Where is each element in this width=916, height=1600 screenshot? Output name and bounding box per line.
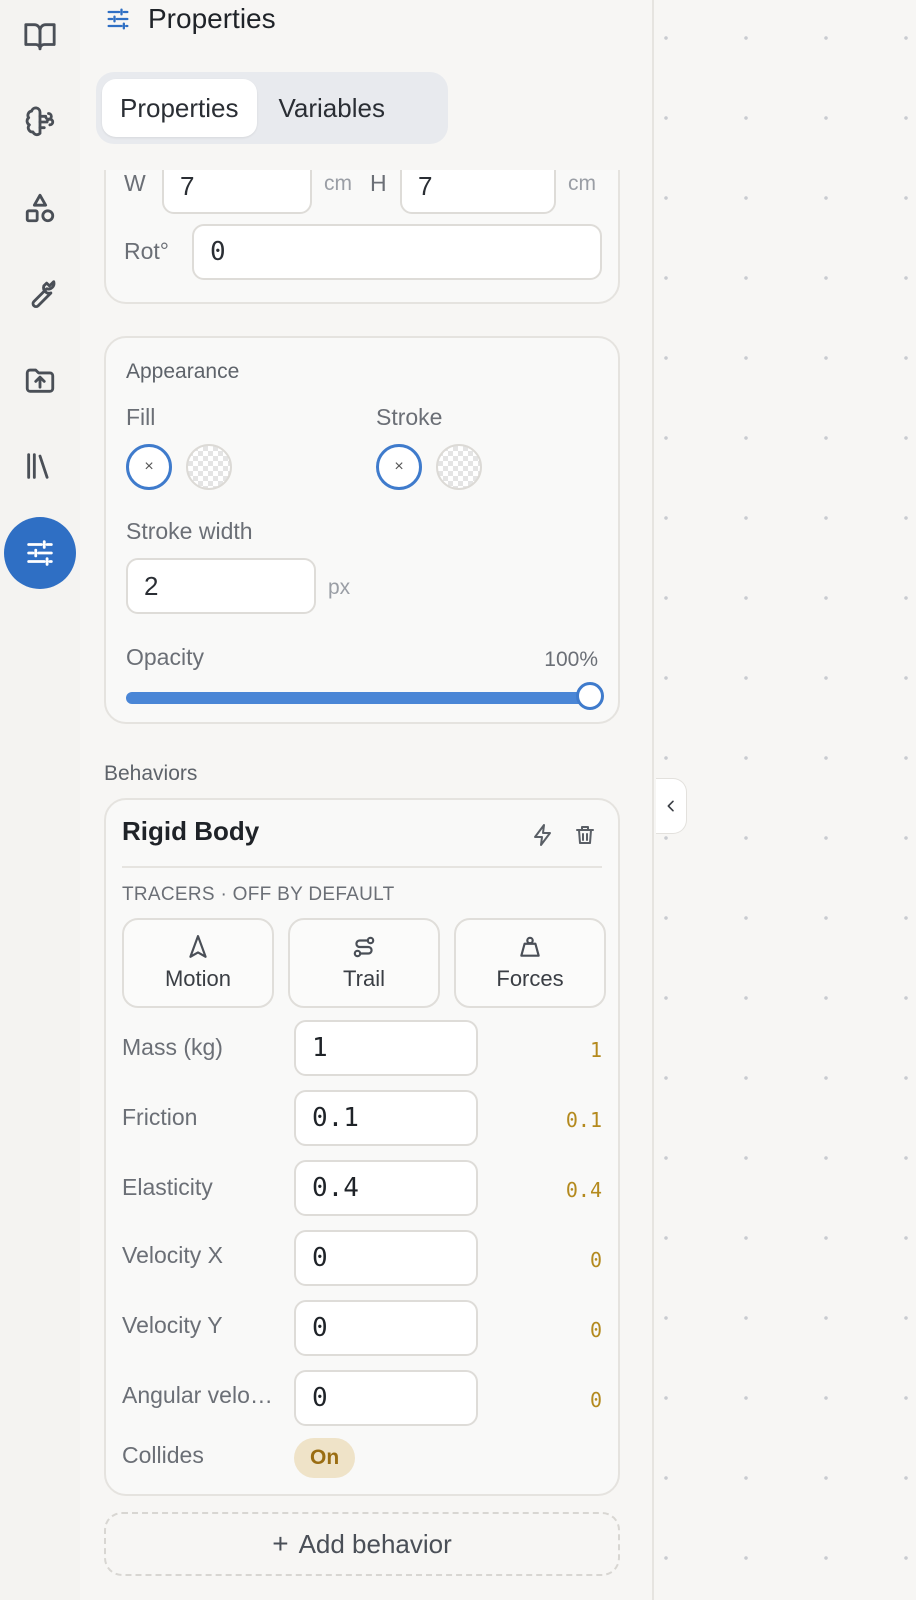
elasticity-input[interactable]: 0.4 [294, 1160, 478, 1216]
rail-shapes-button[interactable] [4, 172, 76, 244]
stroke-label: Stroke [376, 404, 443, 430]
width-label: W [124, 170, 146, 196]
fill-label: Fill [126, 404, 156, 430]
appearance-title: Appearance [126, 360, 240, 383]
rotation-label: Rot° [124, 238, 169, 264]
collides-toggle[interactable]: On [294, 1438, 356, 1478]
velocity-y-value: 0 [589, 1318, 602, 1342]
angular-velocity-label: Angular velo… [122, 1382, 273, 1408]
rail-book-button[interactable] [4, 0, 76, 72]
rail-properties-button[interactable] [4, 517, 76, 589]
stroke-transparent-swatch[interactable] [436, 444, 482, 490]
delete-behavior-button[interactable] [568, 818, 602, 852]
transform-card: W 7 cm H 7 cm Rot° 0 [104, 170, 620, 304]
friction-input[interactable]: 0.1 [294, 1090, 478, 1146]
rigid-body-card: Rigid Body TRACERS · OFF BY DEFAULT Moti… [104, 798, 620, 1496]
collapse-panel-button[interactable] [656, 778, 687, 834]
navigation-icon [189, 935, 207, 958]
stroke-none-swatch[interactable]: × [376, 444, 422, 490]
friction-value: 0.1 [565, 1108, 602, 1132]
lightning-icon [534, 824, 551, 846]
divider [122, 866, 602, 868]
tracer-label: Motion [164, 966, 232, 991]
none-icon: × [394, 458, 404, 475]
angular-velocity-value: 0 [589, 1388, 602, 1412]
width-unit: cm [324, 172, 352, 195]
rail-library-button[interactable] [4, 430, 76, 502]
elasticity-value: 0.4 [565, 1178, 602, 1202]
panel-title: Properties [148, 3, 276, 34]
none-icon: × [144, 458, 154, 475]
sliders-icon [107, 8, 129, 30]
library-icon [23, 449, 57, 483]
tab-bar: Properties Variables [96, 72, 448, 144]
chevron-left-icon [667, 800, 674, 812]
tracer-motion-button[interactable]: Motion [122, 918, 274, 1008]
rail-upload-button[interactable] [4, 344, 76, 416]
opacity-label: Opacity [126, 644, 204, 670]
velocity-x-value: 0 [589, 1248, 602, 1272]
tracer-label: Trail [343, 966, 385, 991]
fill-none-swatch[interactable]: × [126, 444, 172, 490]
height-unit: cm [568, 172, 596, 195]
folder-upload-icon [25, 368, 55, 393]
add-behavior-label: Add behavior [298, 1528, 452, 1559]
behavior-title: Rigid Body [122, 816, 260, 846]
mass-input[interactable]: 1 [294, 1020, 478, 1076]
panel-header: Properties [104, 0, 276, 38]
velocity-x-label: Velocity X [122, 1242, 223, 1268]
wrench-icon [31, 280, 56, 309]
appearance-card: Appearance Fill × Stroke × Stroke width … [104, 336, 620, 724]
fill-transparent-swatch[interactable] [186, 444, 232, 490]
tab-variables[interactable]: Variables [261, 79, 403, 137]
panel-scroll-area[interactable]: W 7 cm H 7 cm Rot° 0 Appearance Fill × S… [80, 170, 652, 1600]
elasticity-label: Elasticity [122, 1174, 213, 1200]
tracer-trail-button[interactable]: Trail [288, 918, 440, 1008]
stroke-width-input[interactable]: 2 [126, 558, 316, 614]
stroke-width-unit: px [328, 576, 351, 599]
height-input[interactable]: 7 [400, 170, 556, 214]
shapes-icon [25, 193, 55, 223]
rail-wrench-button[interactable] [4, 258, 76, 330]
rotation-input[interactable]: 0 [192, 224, 602, 280]
add-behavior-button[interactable]: + Add behavior [104, 1512, 620, 1576]
friction-label: Friction [122, 1104, 198, 1130]
canvas-area[interactable] [654, 0, 916, 1600]
left-rail [0, 0, 80, 1600]
velocity-x-input[interactable]: 0 [294, 1230, 478, 1286]
collides-label: Collides [122, 1442, 204, 1468]
opacity-slider-thumb[interactable] [576, 682, 604, 710]
trash-icon [576, 826, 594, 844]
mass-value: 1 [589, 1038, 602, 1062]
brain-icon [25, 106, 55, 137]
opacity-slider-track[interactable] [126, 692, 590, 704]
width-input[interactable]: 7 [162, 170, 312, 214]
plus-icon: + [272, 1528, 289, 1559]
tracer-forces-button[interactable]: Forces [454, 918, 606, 1008]
mass-label: Mass (kg) [122, 1034, 223, 1060]
velocity-y-label: Velocity Y [122, 1312, 223, 1338]
stroke-width-label: Stroke width [126, 518, 253, 544]
weight-icon [520, 936, 540, 957]
properties-panel: Properties Properties Variables W 7 cm H… [80, 0, 654, 1600]
rail-brain-button[interactable] [4, 86, 76, 158]
book-icon [24, 23, 56, 51]
velocity-y-input[interactable]: 0 [294, 1300, 478, 1356]
tracers-label: TRACERS · OFF BY DEFAULT [122, 884, 395, 905]
height-label: H [370, 170, 387, 196]
tracer-label: Forces [496, 966, 564, 991]
route-icon [353, 936, 375, 958]
trigger-button[interactable] [526, 818, 560, 852]
angular-velocity-input[interactable]: 0 [294, 1370, 478, 1426]
behaviors-label: Behaviors [104, 762, 198, 785]
opacity-value: 100% [544, 648, 598, 671]
sliders-icon [27, 540, 53, 566]
tab-properties[interactable]: Properties [102, 79, 257, 137]
